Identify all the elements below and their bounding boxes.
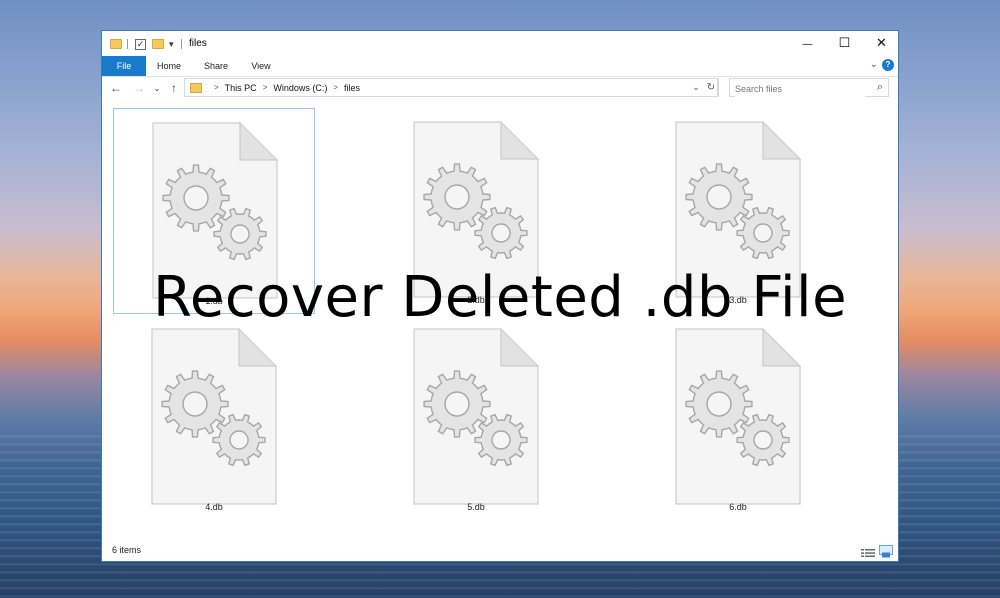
back-button[interactable]: ←	[107, 79, 125, 97]
tab-share[interactable]: Share	[196, 56, 236, 76]
breadcrumb-windows-c[interactable]: Windows (C:)	[273, 83, 327, 93]
forward-button[interactable]: →	[130, 79, 148, 97]
title-bar: ✓ ▾ files — ☐ ✕	[102, 31, 898, 56]
window-title: files	[189, 38, 207, 49]
maximize-button[interactable]: ☐	[826, 31, 863, 56]
toolbar-separator	[127, 39, 128, 49]
overlay-title: Recover Deleted .db File	[152, 265, 848, 330]
toolbar-separator	[181, 39, 182, 49]
search-box[interactable]: ⌕	[729, 78, 889, 97]
file-name: 6.db	[729, 502, 747, 512]
system-file-gears-icon	[413, 328, 539, 505]
new-folder-icon[interactable]	[152, 39, 164, 49]
help-icon[interactable]: ?	[882, 59, 894, 71]
breadcrumb-this-pc[interactable]: This PC	[225, 83, 257, 93]
folder-icon	[190, 82, 202, 93]
system-file-gears-icon	[675, 328, 801, 505]
folder-icon	[110, 39, 122, 49]
file-item[interactable]: 5.db	[375, 315, 577, 521]
tab-view[interactable]: View	[244, 56, 278, 76]
search-icon[interactable]: ⌕	[877, 81, 883, 94]
minimize-button[interactable]: —	[789, 31, 826, 56]
close-button[interactable]: ✕	[863, 31, 900, 56]
tab-file[interactable]: File	[102, 56, 146, 76]
breadcrumb-files[interactable]: files	[344, 83, 360, 93]
expand-ribbon-chevron-icon[interactable]: ⌄	[870, 59, 878, 70]
file-name: 5.db	[467, 502, 485, 512]
details-view-icon[interactable]	[861, 545, 875, 557]
navigation-bar: ← → ⌄ ↑ > This PC > Windows (C:) > files…	[102, 77, 898, 99]
customize-toolbar-arrow-icon[interactable]: ▾	[169, 39, 174, 50]
file-item[interactable]: 4.db	[113, 315, 315, 521]
minimize-icon: —	[802, 39, 813, 50]
refresh-icon[interactable]: ↻	[704, 78, 719, 97]
large-icons-view-icon[interactable]	[879, 545, 893, 558]
up-button[interactable]: ↑	[165, 79, 183, 97]
breadcrumb-separator-icon[interactable]: >	[333, 83, 338, 92]
tab-home[interactable]: Home	[150, 56, 188, 76]
status-item-count: 6 items	[112, 545, 142, 555]
address-bar[interactable]: > This PC > Windows (C:) > files	[184, 78, 718, 97]
search-input[interactable]	[735, 81, 865, 97]
system-file-gears-icon	[151, 328, 277, 505]
properties-check-icon[interactable]: ✓	[135, 38, 146, 50]
ribbon-tabs: File Home Share View ⌄ ?	[102, 56, 898, 77]
recent-locations-chevron-icon[interactable]: ⌄	[148, 79, 166, 97]
breadcrumb-separator-icon[interactable]: >	[263, 83, 268, 92]
file-name: 4.db	[205, 502, 223, 512]
maximize-icon: ☐	[838, 35, 851, 50]
file-item[interactable]: 6.db	[637, 315, 839, 521]
quick-access-toolbar	[110, 37, 122, 51]
breadcrumb-separator-icon[interactable]: >	[214, 83, 219, 92]
address-dropdown-icon[interactable]: ⌄	[689, 78, 703, 97]
close-icon: ✕	[876, 35, 887, 50]
